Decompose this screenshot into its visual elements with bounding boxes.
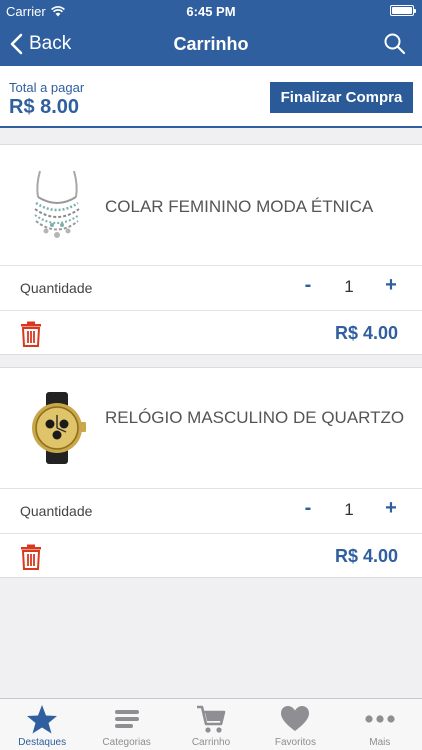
- decrease-quantity-button[interactable]: -: [296, 274, 320, 302]
- tab-destaques[interactable]: Destaques: [0, 699, 84, 750]
- more-icon: [365, 715, 395, 723]
- tab-favoritos[interactable]: Favoritos: [253, 699, 337, 750]
- tab-label: Categorias: [102, 737, 151, 748]
- tab-bar: Destaques Categorias Carrinho Favoritos …: [0, 698, 422, 750]
- back-button[interactable]: Back: [10, 30, 71, 58]
- price-row: R$ 4.00: [0, 534, 422, 578]
- checkout-button[interactable]: Finalizar Compra: [270, 82, 413, 113]
- trash-icon: [21, 321, 41, 347]
- tab-label: Destaques: [18, 737, 67, 748]
- product-row[interactable]: COLAR FEMININO MODA ÉTNICA: [0, 145, 422, 266]
- increase-quantity-button[interactable]: +: [379, 274, 403, 302]
- quantity-row: Quantidade - 1 +: [0, 489, 422, 534]
- tab-mais[interactable]: Mais: [338, 699, 422, 750]
- product-row[interactable]: RELÓGIO MASCULINO DE QUARTZO: [0, 368, 422, 489]
- chevron-left-icon: [10, 33, 23, 55]
- heart-icon: [281, 706, 310, 731]
- increase-quantity-button[interactable]: +: [379, 497, 403, 525]
- tab-label: Favoritos: [274, 737, 316, 748]
- search-button[interactable]: [382, 31, 408, 57]
- status-time: 6:45 PM: [186, 4, 236, 19]
- product-name: COLAR FEMININO MODA ÉTNICA: [105, 197, 374, 216]
- tab-carrinho[interactable]: Carrinho: [169, 699, 253, 750]
- back-label: Back: [29, 33, 72, 54]
- total-label: Total a pagar: [9, 80, 85, 95]
- product-name: RELÓGIO MASCULINO DE QUARTZO: [105, 408, 405, 427]
- item-price: R$ 4.00: [334, 323, 398, 343]
- quantity-value: 1: [344, 277, 354, 296]
- cart-icon: [197, 705, 226, 733]
- search-icon: [384, 33, 406, 55]
- quantity-label: Quantidade: [20, 503, 93, 519]
- tab-label: Mais: [369, 737, 391, 748]
- delete-button[interactable]: [20, 544, 42, 570]
- necklace-image: [34, 170, 80, 238]
- cart-item: RELÓGIO MASCULINO DE QUARTZO Quantidade …: [0, 367, 422, 578]
- total-value: R$ 8.00: [9, 96, 80, 118]
- trash-icon: [21, 544, 41, 570]
- status-bar: Carrier 6:45 PM: [0, 0, 422, 22]
- quantity-value: 1: [344, 500, 354, 519]
- quantity-row: Quantidade - 1 +: [0, 266, 422, 311]
- navigation-bar: Back Carrinho: [0, 22, 422, 66]
- quantity-label: Quantidade: [20, 280, 93, 296]
- star-icon: [27, 705, 58, 734]
- decrease-quantity-button[interactable]: -: [296, 497, 320, 525]
- tab-categorias[interactable]: Categorias: [84, 699, 168, 750]
- delete-button[interactable]: [20, 321, 42, 347]
- watch-image: [32, 392, 86, 464]
- battery-icon: [390, 5, 416, 16]
- list-icon: [114, 710, 139, 728]
- item-price: R$ 4.00: [334, 546, 398, 566]
- order-summary: Total a pagar R$ 8.00 Finalizar Compra: [0, 66, 422, 128]
- tab-label: Carrinho: [191, 737, 231, 748]
- cart-item: COLAR FEMININO MODA ÉTNICA Quantidade - …: [0, 144, 422, 355]
- price-row: R$ 4.00: [0, 311, 422, 355]
